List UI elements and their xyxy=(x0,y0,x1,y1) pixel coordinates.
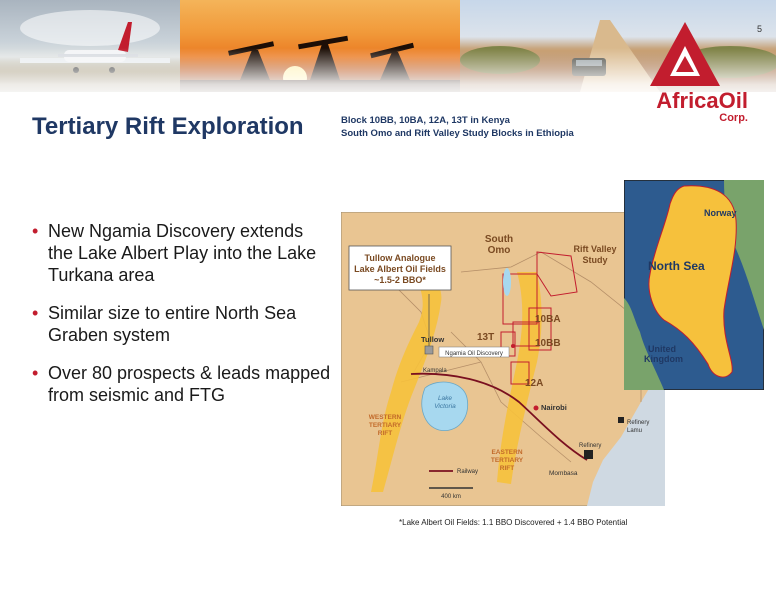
subtitle: Block 10BB, 10BA, 12A, 13T in Kenya Sout… xyxy=(341,114,574,140)
label-western-rift-1: WESTERN xyxy=(369,414,402,421)
bullet-item: • Over 80 prospects & leads mapped from … xyxy=(32,362,332,406)
label-railway: Railway xyxy=(457,469,478,475)
africa-oil-logo: AfricaOil Corp. xyxy=(614,22,764,137)
label-scale: 400 km xyxy=(441,494,461,500)
bullet-dot-icon: • xyxy=(32,363,39,383)
callout-line-3: ~1.5-2 BBO* xyxy=(374,275,426,285)
label-block-13t: 13T xyxy=(477,332,494,343)
subtitle-line-1: Block 10BB, 10BA, 12A, 13T in Kenya xyxy=(341,115,510,126)
inset-label-north-sea: North Sea xyxy=(648,259,705,273)
label-eastern-rift-1: EASTERN xyxy=(491,449,522,456)
callout-line-2: Lake Albert Oil Fields xyxy=(354,264,446,274)
bullet-text: Similar size to entire North Sea Graben … xyxy=(48,303,297,345)
nairobi-icon xyxy=(533,405,539,411)
tullow-marker-icon xyxy=(424,345,434,355)
logo-corp: Corp. xyxy=(719,112,748,124)
label-ngamia: Ngamia Oil Discovery xyxy=(445,351,503,357)
bullet-list: • New Ngamia Discovery extends the Lake … xyxy=(32,220,332,422)
ngamia-discovery-icon xyxy=(511,344,515,348)
bullet-dot-icon: • xyxy=(32,221,39,241)
inset-label-norway: Norway xyxy=(704,208,737,218)
label-eastern-rift-2: TERTIARY xyxy=(491,457,524,464)
label-block-10ba: 10BA xyxy=(535,314,561,325)
label-kampala: Kampala xyxy=(423,368,447,374)
logo-wordmark: AfricaOil xyxy=(614,90,748,112)
label-nairobi: Nairobi xyxy=(541,403,567,412)
logo-name-part1: Africa xyxy=(656,88,719,113)
inset-label-uk-2: Kingdom xyxy=(644,354,683,364)
label-eastern-rift-3: RIFT xyxy=(500,465,514,472)
label-refinery-mombasa: Refinery xyxy=(579,443,601,449)
north-sea-inset-map: Norway North Sea United Kingdom xyxy=(624,180,764,390)
lake-turkana xyxy=(503,268,511,296)
label-refinery-lamu-1: Refinery xyxy=(627,420,649,426)
label-refinery-lamu-2: Lamu xyxy=(627,428,642,434)
label-rift-valley-2: Study xyxy=(582,255,607,265)
logo-mark-icon xyxy=(650,22,720,86)
bullet-dot-icon: • xyxy=(32,303,39,323)
refinery-mombasa-icon xyxy=(584,450,593,459)
label-block-10bb: 10BB xyxy=(535,338,561,349)
bullet-item: • New Ngamia Discovery extends the Lake … xyxy=(32,220,332,286)
label-mombasa: Mombasa xyxy=(549,470,578,477)
label-south-omo-2: Omo xyxy=(488,245,511,256)
bullet-text: New Ngamia Discovery extends the Lake Al… xyxy=(48,221,317,285)
east-africa-map: Tullow Analogue Lake Albert Oil Fields ~… xyxy=(341,212,665,506)
label-western-rift-3: RIFT xyxy=(378,430,392,437)
label-south-omo-1: South xyxy=(485,234,513,245)
subtitle-line-2: South Omo and Rift Valley Study Blocks i… xyxy=(341,128,574,139)
inset-label-uk-1: United xyxy=(648,344,676,354)
page-title: Tertiary Rift Exploration xyxy=(32,113,304,140)
label-lake-victoria-2: Victoria xyxy=(434,403,456,410)
footnote: *Lake Albert Oil Fields: 1.1 BBO Discove… xyxy=(399,518,628,527)
bullet-item: • Similar size to entire North Sea Grabe… xyxy=(32,302,332,346)
callout-line-1: Tullow Analogue xyxy=(365,253,436,263)
label-lake-victoria-1: Lake xyxy=(438,395,452,402)
label-western-rift-2: TERTIARY xyxy=(369,422,402,429)
label-block-12a: 12A xyxy=(525,378,543,389)
bullet-text: Over 80 prospects & leads mapped from se… xyxy=(48,363,331,405)
label-rift-valley-1: Rift Valley xyxy=(573,244,616,254)
logo-name-part2: Oil xyxy=(718,88,748,113)
label-tullow: Tullow xyxy=(421,335,444,344)
refinery-lamu-icon xyxy=(618,417,624,423)
